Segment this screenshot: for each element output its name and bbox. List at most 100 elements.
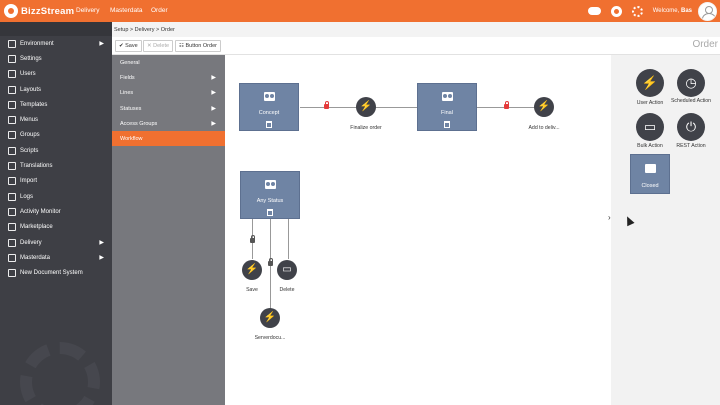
palette-user-action[interactable]: ⚡	[636, 69, 664, 97]
palette-closed-status[interactable]: Closed	[630, 154, 670, 194]
sidebar-item-masterdata[interactable]: Masterdata ▶	[0, 250, 112, 265]
sidebar-item-label: Environment	[20, 40, 54, 47]
palette-bulk-action[interactable]: ▭	[636, 113, 664, 141]
users-icon	[8, 70, 16, 79]
layout-icon	[8, 85, 16, 94]
action-label: Serverdocu...	[254, 335, 286, 341]
subnav-item-label: Access Groups	[120, 120, 158, 127]
clock-icon: ◷	[685, 75, 697, 90]
palette-label: User Action	[636, 100, 664, 106]
sidebar-item-label: Users	[20, 71, 36, 78]
subnav-item-general[interactable]: General	[112, 55, 225, 70]
sidebar-item-marketplace[interactable]: Marketplace	[0, 220, 112, 235]
chevron-right-icon: ▶	[211, 105, 216, 112]
status-icon	[645, 164, 656, 173]
monitor-icon	[8, 207, 16, 216]
subnav-item-label: Lines	[120, 90, 134, 97]
subnav-item-fields[interactable]: Fields ▶	[112, 70, 225, 85]
sidebar-item-import[interactable]: Import	[0, 174, 112, 189]
workflow-canvas[interactable]: Concept Final Any Status ⚡ Finalize orde…	[225, 55, 611, 405]
palette-label: Bulk Action	[637, 143, 663, 149]
trash-icon[interactable]	[266, 121, 272, 128]
plug-icon: ⏻	[685, 119, 697, 134]
status-node-concept[interactable]: Concept	[239, 83, 299, 131]
sidebar-item-groups[interactable]: Groups	[0, 128, 112, 143]
topnav-delivery[interactable]: Delivery	[76, 7, 99, 14]
plus-icon	[8, 269, 16, 278]
sidebar-item-label: Layouts	[20, 86, 42, 93]
cart-icon	[8, 223, 16, 232]
delete-label: Delete	[153, 43, 170, 49]
lifebuoy-icon[interactable]	[610, 5, 622, 17]
save-button[interactable]: ✔ Save	[115, 40, 142, 52]
toolbar: ✔ Save ✕ Delete ☷ Button Order Order	[112, 37, 720, 55]
topnav-order[interactable]: Order	[151, 7, 168, 14]
sidebar-item-delivery[interactable]: Delivery ▶	[0, 235, 112, 250]
status-icon	[442, 92, 453, 101]
log-icon	[8, 192, 16, 201]
lightning-icon: ⚡	[263, 312, 277, 323]
chevron-right-icon: ▶	[99, 41, 104, 47]
breadcrumb[interactable]: Setup > Delivery > Order	[112, 22, 720, 37]
status-label: Concept	[258, 110, 280, 116]
subnav-item-statuses[interactable]: Statuses ▶	[112, 101, 225, 116]
chevron-right-icon: ▶	[211, 120, 216, 127]
sidebar-item-logs[interactable]: Logs	[0, 189, 112, 204]
sidebar-item-scripts[interactable]: Scripts	[0, 143, 112, 158]
trash-icon[interactable]	[444, 121, 450, 128]
subnav-item-workflow[interactable]: Workflow	[112, 130, 225, 147]
connector-any-serverdoc	[270, 219, 271, 319]
sidebar-header	[0, 22, 112, 36]
chevron-right-icon: ▶	[99, 255, 104, 262]
lightning-icon: ⚡	[641, 75, 659, 90]
sidebar-item-label: Activity Monitor	[20, 208, 61, 215]
app-window: BizzStream Delivery Masterdata Order Wel…	[0, 0, 720, 405]
sidebar: Environment ▶ Settings Users Layouts Template…	[0, 22, 112, 405]
sidebar-item-label: Groups	[20, 132, 40, 139]
logo[interactable]: BizzStream	[4, 3, 74, 19]
action-finalize-order[interactable]: ⚡	[356, 97, 376, 117]
sidebar-item-label: Templates	[20, 101, 48, 108]
action-serverdocument[interactable]: ⚡	[260, 308, 280, 328]
globe-icon	[8, 39, 16, 48]
action-save[interactable]: ⚡	[242, 260, 262, 280]
chevron-right-icon[interactable]: ›	[608, 213, 611, 222]
sidebar-item-new-document-system[interactable]: New Document System	[0, 265, 112, 280]
sidebar-item-menus[interactable]: Menus	[0, 112, 112, 127]
sidebar-item-translations[interactable]: Translations	[0, 158, 112, 173]
status-node-any-status[interactable]: Any Status	[240, 171, 300, 219]
gear-icon[interactable]	[631, 5, 643, 17]
subnav-item-label: Workflow	[120, 135, 143, 142]
subnav-item-label: General	[120, 60, 140, 66]
subnav-item-access-groups[interactable]: Access Groups ▶	[112, 116, 225, 131]
status-node-final[interactable]: Final	[417, 83, 477, 131]
sidebar-item-label: Menus	[20, 117, 39, 124]
sidebar-item-environment[interactable]: Environment ▶	[0, 36, 112, 51]
sidebar-gear-watermark-icon	[20, 342, 100, 405]
sidebar-item-label: New Document System	[20, 270, 83, 277]
button-order-label: Button Order	[185, 43, 217, 49]
avatar[interactable]	[698, 1, 717, 21]
sidebar-item-users[interactable]: Users	[0, 67, 112, 82]
action-delete[interactable]: ▭	[277, 260, 297, 280]
topnav-masterdata[interactable]: Masterdata	[110, 7, 143, 14]
sidebar-item-label: Import	[20, 178, 38, 185]
action-palette: › ⚡ User Action ◷ Scheduled Action ▭ Bul…	[608, 55, 720, 405]
sidebar-item-activity-monitor[interactable]: Activity Monitor	[0, 204, 112, 219]
palette-scheduled-action[interactable]: ◷	[677, 69, 705, 97]
palette-rest-action[interactable]: ⏻	[677, 113, 705, 141]
button-order-button[interactable]: ☷ Button Order	[175, 40, 221, 52]
trash-icon[interactable]	[267, 209, 273, 216]
sidebar-item-layouts[interactable]: Layouts	[0, 82, 112, 97]
lock-icon	[324, 101, 329, 109]
subnav-item-lines[interactable]: Lines ▶	[112, 85, 225, 100]
lightning-icon: ⚡	[537, 101, 551, 112]
cloud-icon[interactable]	[587, 7, 601, 15]
delete-button[interactable]: ✕ Delete	[143, 40, 174, 52]
sidebar-item-label: Delivery	[20, 239, 42, 246]
sidebar-item-templates[interactable]: Templates	[0, 97, 112, 112]
action-add-to-delivery[interactable]: ⚡	[534, 97, 554, 117]
action-label: Delete	[279, 287, 295, 293]
sidebar-item-label: Marketplace	[20, 224, 53, 231]
sidebar-item-settings[interactable]: Settings	[0, 51, 112, 66]
